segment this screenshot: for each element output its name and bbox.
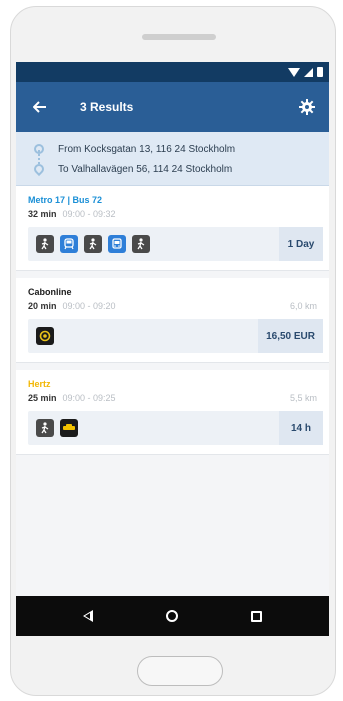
nav-home-icon[interactable]	[165, 610, 178, 622]
walk-icon	[132, 235, 150, 253]
route-from: From Kocksgatan 13, 116 24 Stockholm	[34, 139, 319, 159]
route-connector	[38, 150, 40, 164]
status-bar	[16, 62, 329, 82]
destination-pin-icon	[31, 161, 47, 177]
nav-back-icon[interactable]	[82, 610, 93, 622]
mode-icons	[36, 235, 150, 253]
bus-icon	[108, 235, 126, 253]
walk-icon	[84, 235, 102, 253]
provider-name: Cabonline	[28, 287, 72, 297]
car-icon	[60, 419, 78, 437]
mode-icons	[36, 327, 54, 345]
route-to-text: To Valhallavägen 56, 114 24 Stockholm	[58, 163, 233, 175]
mode-bar: 14 h	[28, 411, 323, 445]
trip-distance: 6,0 km	[289, 301, 317, 311]
result-card[interactable]: Cabonline 20 min 09:00 - 09:20 6,0 km 16…	[16, 278, 329, 363]
route-summary[interactable]: From Kocksgatan 13, 116 24 Stockholm To …	[16, 132, 329, 186]
mode-icons	[36, 419, 78, 437]
provider-name: Hertz	[28, 379, 51, 389]
mode-bar: 1 Day	[28, 227, 323, 261]
system-nav-bar	[16, 596, 329, 636]
walk-icon	[36, 235, 54, 253]
taxi-icon	[36, 327, 54, 345]
phone-home-button[interactable]	[137, 656, 223, 686]
trip-duration: 20 min	[28, 301, 57, 311]
result-card[interactable]: Hertz 25 min 09:00 - 09:25 5,5 km 14 h	[16, 370, 329, 455]
ticket-price[interactable]: 16,50 EUR	[258, 319, 323, 353]
wifi-icon	[288, 67, 300, 77]
page-title: 3 Results	[80, 100, 134, 114]
app-bar: 3 Results	[16, 82, 329, 132]
route-to: To Valhallavägen 56, 114 24 Stockholm	[31, 159, 319, 179]
trip-times: 09:00 - 09:25	[62, 393, 116, 403]
walk-icon	[36, 419, 54, 437]
signal-icon	[304, 67, 313, 77]
train-icon	[60, 235, 78, 253]
app-screen: 3 Results From Kocksgatan 13, 116 24 Sto…	[16, 62, 329, 636]
back-arrow-icon[interactable]	[30, 97, 50, 117]
mode-bar: 16,50 EUR	[28, 319, 323, 353]
result-card[interactable]: Metro 17 | Bus 72 32 min 09:00 - 09:32 1…	[16, 186, 329, 271]
route-from-text: From Kocksgatan 13, 116 24 Stockholm	[58, 143, 236, 155]
gear-icon[interactable]	[297, 97, 317, 117]
ticket-price[interactable]: 14 h	[279, 411, 323, 445]
nav-recents-icon[interactable]	[251, 610, 263, 622]
trip-times: 09:00 - 09:20	[62, 301, 116, 311]
trip-times: 09:00 - 09:32	[62, 209, 116, 219]
phone-speaker	[142, 34, 216, 40]
ticket-price[interactable]: 1 Day	[279, 227, 323, 261]
battery-icon	[317, 67, 323, 77]
trip-duration: 32 min	[28, 209, 57, 219]
provider-name: Metro 17 | Bus 72	[28, 195, 103, 205]
trip-duration: 25 min	[28, 393, 57, 403]
trip-distance: 5,5 km	[289, 393, 317, 403]
